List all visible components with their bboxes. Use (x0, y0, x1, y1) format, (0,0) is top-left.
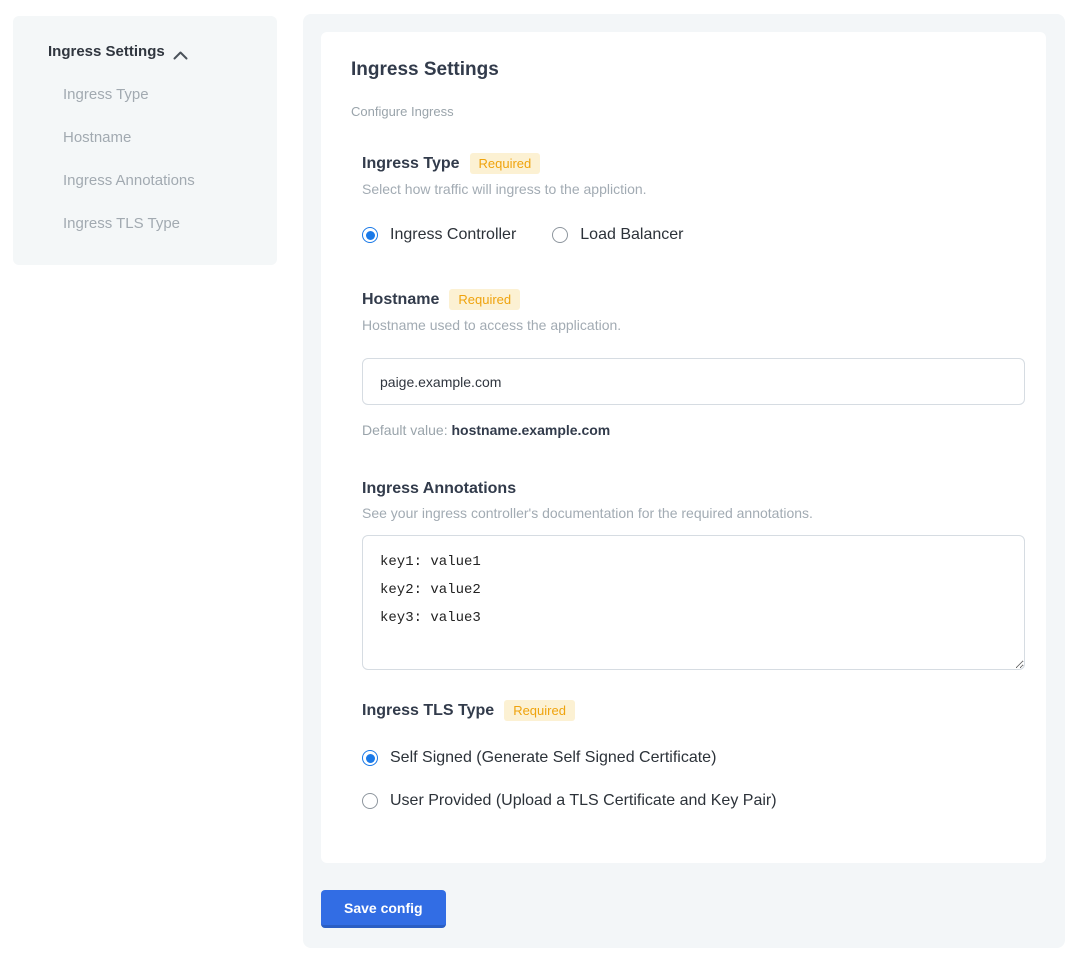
ingress-annotations-textarea[interactable]: key1: value1 key2: value2 key3: value3 (362, 535, 1025, 670)
sidebar-item-ingress-type[interactable]: Ingress Type (63, 86, 277, 103)
config-panel: Ingress Settings Configure Ingress Ingre… (303, 14, 1065, 948)
radio-label: User Provided (Upload a TLS Certificate … (390, 792, 777, 810)
radio-label: Load Balancer (580, 226, 683, 244)
page-title: Ingress Settings (351, 59, 1016, 81)
sidebar-group-label: Ingress Settings (48, 43, 165, 60)
section-ingress-type: Ingress Type Required Select how traffic… (362, 153, 1016, 244)
section-ingress-tls-type: Ingress TLS Type Required Self Signed (G… (362, 700, 1016, 810)
default-value-label: Default value: (362, 422, 448, 438)
hostname-default-line: Default value: hostname.example.com (362, 422, 1016, 438)
radio-self-signed[interactable]: Self Signed (Generate Self Signed Certif… (362, 749, 1016, 767)
chevron-up-icon (173, 47, 188, 56)
hostname-label: Hostname (362, 291, 439, 309)
section-hostname: Hostname Required Hostname used to acces… (362, 289, 1016, 438)
ingress-type-label: Ingress Type (362, 155, 460, 173)
settings-sidebar: Ingress Settings Ingress Type Hostname I… (13, 16, 277, 265)
radio-button-icon (552, 227, 568, 243)
hostname-input[interactable] (362, 358, 1025, 405)
radio-button-icon (362, 227, 378, 243)
radio-label: Ingress Controller (390, 226, 516, 244)
ingress-tls-type-label: Ingress TLS Type (362, 702, 494, 720)
ingress-type-help: Select how traffic will ingress to the a… (362, 181, 1016, 197)
hostname-help: Hostname used to access the application. (362, 317, 1016, 333)
radio-button-icon (362, 750, 378, 766)
save-config-button[interactable]: Save config (321, 890, 446, 928)
ingress-annotations-help: See your ingress controller's documentat… (362, 505, 1016, 521)
radio-ingress-controller[interactable]: Ingress Controller (362, 226, 516, 244)
radio-label: Self Signed (Generate Self Signed Certif… (390, 749, 716, 767)
sidebar-item-ingress-tls-type[interactable]: Ingress TLS Type (63, 215, 277, 232)
required-badge: Required (470, 153, 541, 174)
required-badge: Required (449, 289, 520, 310)
section-ingress-annotations: Ingress Annotations See your ingress con… (362, 480, 1016, 670)
required-badge: Required (504, 700, 575, 721)
sidebar-item-ingress-annotations[interactable]: Ingress Annotations (63, 172, 277, 189)
ingress-tls-radio-group: Self Signed (Generate Self Signed Certif… (362, 749, 1016, 810)
config-card: Ingress Settings Configure Ingress Ingre… (321, 32, 1046, 863)
radio-button-icon (362, 793, 378, 809)
radio-user-provided[interactable]: User Provided (Upload a TLS Certificate … (362, 792, 1016, 810)
page-subtitle: Configure Ingress (351, 104, 1016, 119)
default-value-text: hostname.example.com (452, 422, 611, 438)
radio-load-balancer[interactable]: Load Balancer (552, 226, 683, 244)
ingress-type-radio-group: Ingress Controller Load Balancer (362, 226, 1016, 244)
sidebar-group-ingress-settings[interactable]: Ingress Settings (48, 43, 277, 60)
sidebar-item-hostname[interactable]: Hostname (63, 129, 277, 146)
ingress-annotations-label: Ingress Annotations (362, 480, 516, 498)
